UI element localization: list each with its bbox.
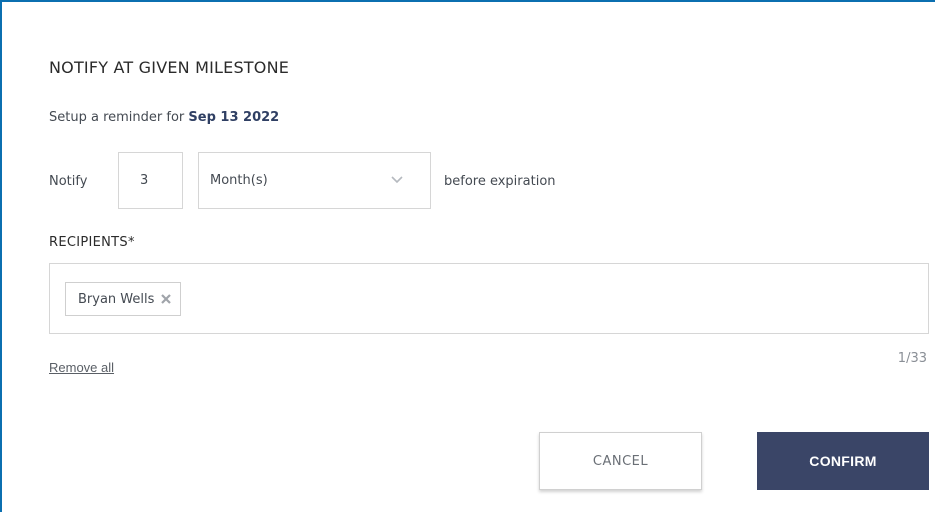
confirm-button[interactable]: CONFIRM (757, 432, 929, 490)
notify-milestone-dialog: NOTIFY AT GIVEN MILESTONE Setup a remind… (0, 0, 935, 512)
chevron-down-icon (391, 176, 403, 184)
cancel-button[interactable]: CANCEL (539, 432, 702, 490)
unit-select[interactable]: Month(s) (198, 152, 431, 209)
recipient-counter: 1/33 (897, 351, 927, 366)
remove-all-link[interactable]: Remove all (49, 360, 114, 375)
dialog-title: NOTIFY AT GIVEN MILESTONE (49, 58, 290, 77)
recipient-chip: Bryan Wells (65, 282, 182, 316)
subtitle-prefix: Setup a reminder for (49, 110, 185, 125)
recipient-chip-name: Bryan Wells (78, 291, 155, 307)
recipients-label: RECIPIENTS* (49, 235, 135, 250)
unit-select-value: Month(s) (210, 173, 268, 188)
reminder-date: Sep 13 2022 (188, 110, 280, 125)
reminder-subtitle: Setup a reminder for Sep 13 2022 (49, 110, 279, 125)
before-expiration-label: before expiration (444, 174, 556, 189)
quantity-input[interactable] (118, 152, 183, 209)
close-icon[interactable] (160, 293, 172, 305)
recipients-input[interactable]: Bryan Wells (49, 263, 929, 334)
notify-label: Notify (49, 174, 88, 189)
